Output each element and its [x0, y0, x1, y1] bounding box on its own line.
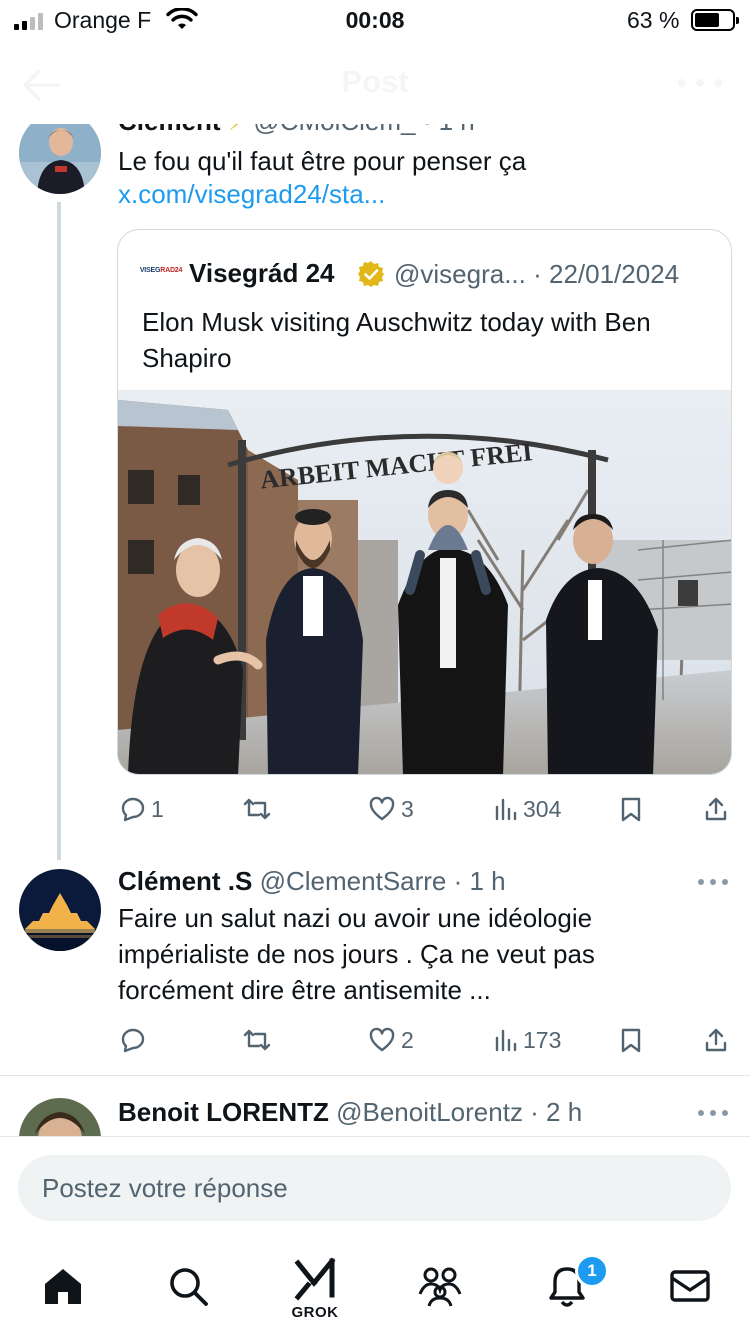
avatar[interactable] — [19, 112, 101, 194]
reply-icon — [121, 797, 145, 822]
grok-icon[interactable] — [285, 1250, 345, 1310]
avatar-photo-icon — [19, 869, 101, 951]
repost-icon — [243, 798, 271, 820]
post-header: Post — [0, 44, 750, 124]
bookmark-button[interactable] — [620, 1023, 642, 1057]
search-icon[interactable] — [158, 1256, 218, 1316]
notification-count-badge: 1 — [575, 1254, 609, 1288]
views-count: 304 — [523, 795, 562, 822]
status-bar: Orange F 00:08 63 % — [0, 0, 750, 44]
messages-icon[interactable] — [660, 1256, 720, 1316]
grok-label: GROK — [291, 1304, 339, 1321]
views-button[interactable]: 173 — [494, 1023, 561, 1057]
post-more-icon[interactable] — [698, 878, 728, 886]
author-name: Clément .S — [118, 866, 253, 896]
author-handle: @BenoitLorentz · 2 h — [336, 1097, 583, 1127]
bottom-navigation: GROK 1 — [0, 1234, 750, 1334]
author-handle: @ClementSarre · 1 h — [259, 866, 506, 896]
battery-percent: 63 % — [627, 7, 680, 33]
post-author-header[interactable]: Clément .S @ClementSarre · 1 h — [118, 866, 506, 897]
post-actions-2: 2 173 — [118, 1023, 730, 1057]
reply-icon — [121, 1028, 145, 1053]
post-actions-1: 1 3 304 — [118, 792, 730, 826]
battery-icon — [691, 9, 739, 31]
like-count: 3 — [401, 795, 414, 822]
repost-button[interactable] — [242, 792, 277, 826]
like-count: 2 — [401, 1026, 414, 1053]
views-chart-icon — [495, 798, 517, 821]
quoted-post-card[interactable]: VISEGRAD24 Visegrád 24 @visegra... · 22/… — [117, 229, 732, 775]
reply-composer: Postez votre réponse — [0, 1136, 750, 1234]
repost-button[interactable] — [242, 1023, 277, 1057]
post-author-header[interactable]: Benoit LORENTZ @BenoitLorentz · 2 h — [118, 1097, 582, 1128]
views-count: 173 — [523, 1026, 562, 1053]
avatar[interactable] — [19, 869, 101, 951]
post-text: Faire un salut nazi ou avoir une idéolog… — [118, 903, 595, 1005]
home-icon[interactable] — [33, 1256, 93, 1316]
thread-connector-line — [57, 202, 61, 860]
page-title: Post — [341, 64, 409, 99]
like-button[interactable]: 2 — [368, 1023, 414, 1057]
quoted-text: Elon Musk visiting Auschwitz today with … — [142, 307, 651, 373]
like-button[interactable]: 3 — [368, 792, 414, 826]
quoted-photo[interactable]: ARBEIT MACHT FREI — [118, 390, 732, 775]
bookmark-button[interactable] — [620, 792, 642, 826]
communities-icon[interactable] — [410, 1256, 470, 1316]
views-button[interactable]: 304 — [494, 792, 561, 826]
post-link[interactable]: x.com/visegrad24/sta... — [118, 179, 385, 210]
share-icon — [705, 1028, 727, 1052]
author-name: Benoit LORENTZ — [118, 1097, 329, 1127]
verified-badge-icon — [358, 261, 384, 287]
visegrad-logo: VISEGRAD24 — [139, 266, 183, 274]
heart-icon — [369, 1027, 395, 1052]
heart-icon — [369, 796, 395, 821]
bookmark-icon — [621, 1028, 641, 1053]
reply-input[interactable]: Postez votre réponse — [18, 1155, 731, 1221]
share-button[interactable] — [704, 1023, 728, 1057]
views-chart-icon — [495, 1029, 517, 1052]
reply-placeholder: Postez votre réponse — [42, 1173, 288, 1203]
quoted-handle-date: @visegra... · 22/01/2024 — [394, 259, 680, 289]
reply-count: 1 — [151, 795, 164, 822]
post-divider — [0, 1075, 750, 1076]
post-more-icon[interactable] — [698, 1109, 728, 1117]
more-options-icon[interactable] — [678, 68, 722, 98]
reply-button[interactable] — [118, 1023, 151, 1057]
avatar-photo-icon — [19, 112, 101, 194]
share-icon — [705, 797, 727, 821]
post-text: Le fou qu'il faut être pour penser ça — [118, 146, 527, 176]
repost-icon — [243, 1029, 271, 1051]
bookmark-icon — [621, 797, 641, 822]
quoted-author-name: Visegrád 24 — [189, 258, 335, 288]
share-button[interactable] — [704, 792, 728, 826]
reply-button[interactable]: 1 — [118, 792, 164, 826]
